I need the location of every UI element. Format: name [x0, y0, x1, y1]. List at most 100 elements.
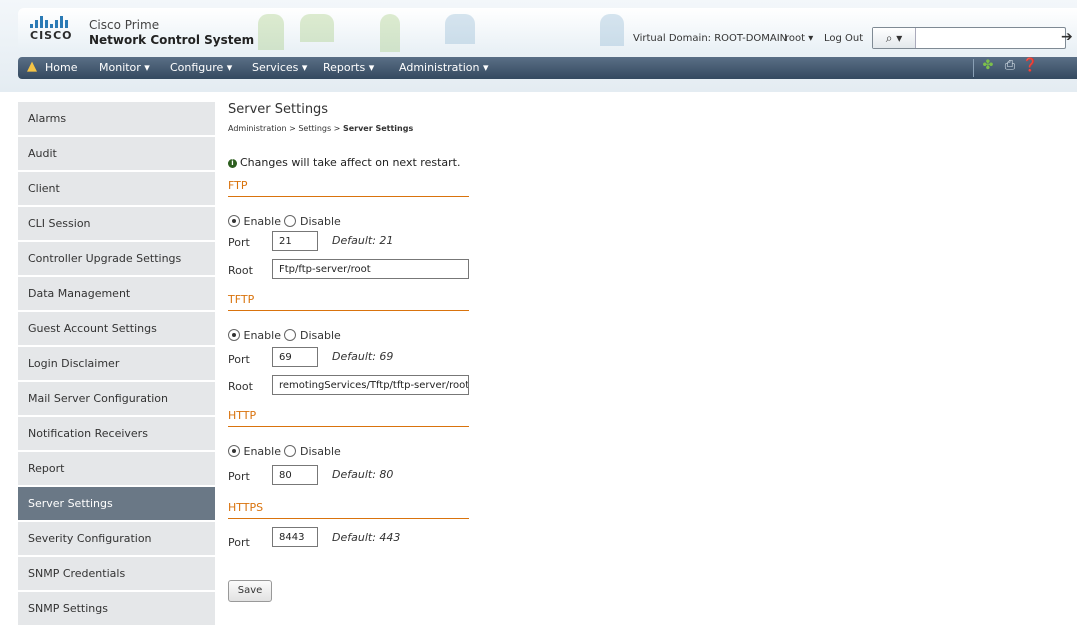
sidebar-item-notification-receivers[interactable]: Notification Receivers [18, 417, 215, 452]
nav-configure[interactable]: Configure ▾ [170, 61, 232, 74]
logout-link[interactable]: Log Out [824, 33, 863, 44]
section-divider [228, 196, 469, 197]
nav-administration[interactable]: Administration ▾ [399, 61, 489, 74]
app-name-line1: Cisco Prime [89, 18, 160, 32]
info-icon: i [228, 159, 237, 168]
disable-label: Disable [299, 445, 341, 458]
sidebar-item-mail-server-configuration[interactable]: Mail Server Configuration [18, 382, 215, 417]
sidebar-item-severity-configuration[interactable]: Severity Configuration [18, 522, 215, 557]
port-label: Port [228, 536, 250, 549]
nav-services[interactable]: Services ▾ [252, 61, 307, 74]
home-icon[interactable]: ▲ [27, 60, 39, 74]
breadcrumb-path[interactable]: Administration > Settings > [228, 124, 343, 133]
sidebar-item-label: Guest Account Settings [28, 322, 157, 335]
sidebar-item-alarms[interactable]: Alarms [18, 102, 215, 137]
tftp-enable-radio[interactable] [228, 329, 240, 341]
port-label: Port [228, 470, 250, 483]
sidebar-item-cli-session[interactable]: CLI Session [18, 207, 215, 242]
ftp-disable-radio[interactable] [284, 215, 297, 227]
breadcrumb-current: Server Settings [342, 124, 414, 133]
enable-label: Enable [243, 445, 281, 458]
sidebar-item-label: Data Management [28, 287, 131, 300]
root-label: Root [228, 380, 253, 393]
logo-wordmark: CISCO [30, 29, 73, 42]
disable-label: Disable [299, 215, 341, 228]
section-divider [228, 426, 469, 427]
decorative-shape [300, 14, 334, 42]
top-header: CISCO Cisco Prime Network Control System… [0, 0, 1077, 92]
virtual-domain-label[interactable]: Virtual Domain: ROOT-DOMAIN [633, 33, 787, 44]
port-label: Port [228, 236, 250, 249]
tftp-default-port: Default: 69 [332, 350, 394, 363]
notice-text: Changes will take affect on next restart… [240, 156, 461, 169]
sidebar-item-login-disclaimer[interactable]: Login Disclaimer [18, 347, 215, 382]
sidebar-item-label: Alarms [28, 112, 67, 125]
settings-sidebar: Alarms Audit Client CLI Session Controller U… [18, 102, 215, 627]
search-go-icon[interactable]: ➔ [1061, 29, 1073, 45]
nav-separator [973, 59, 974, 77]
nav-reports[interactable]: Reports ▾ [323, 61, 374, 74]
sidebar-item-report[interactable]: Report [18, 452, 215, 487]
sidebar-item-label: Server Settings [28, 497, 113, 510]
https-default-port: Default: 443 [332, 531, 401, 544]
breadcrumb: Administration > Settings > Server Setti… [228, 124, 413, 133]
ftp-enable-radio[interactable] [228, 215, 240, 227]
ftp-heading: FTP [228, 179, 248, 192]
section-divider [228, 518, 469, 519]
ftp-radio-group: Enable Disable [228, 215, 341, 228]
app-name-line2: Network Control System [89, 33, 255, 47]
settings-icon[interactable]: ✤ [980, 57, 996, 75]
search-icon[interactable]: ⌕ ▾ [873, 28, 916, 48]
sidebar-item-guest-account-settings[interactable]: Guest Account Settings [18, 312, 215, 347]
ftp-port-field[interactable]: 21 [272, 231, 318, 251]
tftp-port-field[interactable]: 69 [272, 347, 318, 367]
http-default-port: Default: 80 [332, 468, 394, 481]
section-divider [228, 310, 469, 311]
decorative-shape [258, 14, 284, 50]
nav-monitor[interactable]: Monitor ▾ [99, 61, 150, 74]
ftp-root-field[interactable]: Ftp/ftp-server/root [272, 259, 469, 279]
disable-label: Disable [299, 329, 341, 342]
page-title: Server Settings [228, 102, 329, 117]
sidebar-item-audit[interactable]: Audit [18, 137, 215, 172]
sidebar-item-label: Audit [28, 147, 57, 160]
sidebar-item-label: Mail Server Configuration [28, 392, 169, 405]
sidebar-item-snmp-settings[interactable]: SNMP Settings [18, 592, 215, 627]
restart-notice: i Changes will take affect on next restar… [228, 156, 460, 169]
tftp-root-field[interactable]: remotingServices/Tftp/tftp-server/root [272, 375, 469, 395]
search-input[interactable]: ⌕ ▾ [872, 27, 1066, 49]
enable-label: Enable [243, 329, 281, 342]
http-heading: HTTP [228, 409, 257, 422]
sidebar-item-label: SNMP Credentials [28, 567, 126, 580]
port-label: Port [228, 353, 250, 366]
help-icon[interactable]: ❓ [1022, 57, 1038, 75]
sidebar-item-server-settings[interactable]: Server Settings [18, 487, 215, 522]
https-heading: HTTPS [228, 501, 264, 514]
sidebar-item-data-management[interactable]: Data Management [18, 277, 215, 312]
tftp-heading: TFTP [228, 293, 255, 306]
print-icon[interactable]: ⎙ [1002, 57, 1018, 75]
root-label: Root [228, 264, 253, 277]
tftp-disable-radio[interactable] [284, 329, 297, 341]
user-menu[interactable]: root ▾ [785, 33, 813, 44]
sidebar-item-label: Severity Configuration [28, 532, 152, 545]
sidebar-item-label: Report [28, 462, 65, 475]
sidebar-item-client[interactable]: Client [18, 172, 215, 207]
sidebar-item-label: Login Disclaimer [28, 357, 120, 370]
http-radio-group: Enable Disable [228, 445, 341, 458]
sidebar-item-label: CLI Session [28, 217, 91, 230]
sidebar-item-label: Controller Upgrade Settings [28, 252, 182, 265]
http-enable-radio[interactable] [228, 445, 240, 457]
ftp-default-port: Default: 21 [332, 234, 394, 247]
sidebar-item-controller-upgrade-settings[interactable]: Controller Upgrade Settings [18, 242, 215, 277]
decorative-shape [600, 14, 624, 46]
http-disable-radio[interactable] [284, 445, 297, 457]
https-port-field[interactable]: 8443 [272, 527, 318, 547]
cisco-logo: CISCO [30, 14, 78, 44]
decorative-shape [380, 14, 400, 52]
sidebar-item-snmp-credentials[interactable]: SNMP Credentials [18, 557, 215, 592]
nav-home[interactable]: Home [45, 61, 77, 74]
save-button[interactable]: Save [228, 580, 272, 602]
http-port-field[interactable]: 80 [272, 465, 318, 485]
cisco-logo-bars-icon [30, 14, 72, 28]
